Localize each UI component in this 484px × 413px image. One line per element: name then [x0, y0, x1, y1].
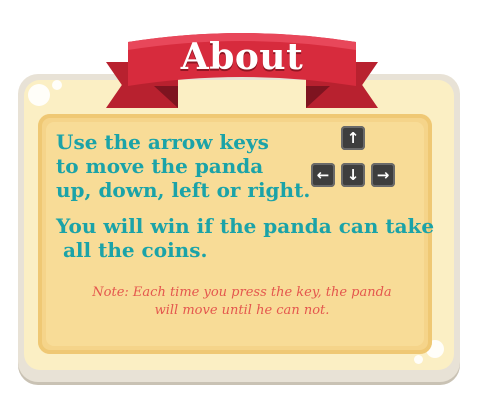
instruction-line-5: all the coins.	[56, 238, 208, 262]
instruction-line-1: Use the arrow keys	[56, 130, 269, 154]
decor-bubble-small	[414, 355, 423, 364]
decor-bubble-large	[28, 84, 50, 106]
note-line-1: Note: Each time you press the key, the p…	[92, 285, 392, 300]
instruction-line-2: to move the panda	[56, 154, 264, 178]
arrow-up-key-icon: ↑	[341, 126, 365, 150]
note-line-2: will move until he can not.	[154, 303, 330, 318]
instruction-line-3: up, down, left or right.	[56, 178, 311, 202]
about-title: About	[180, 36, 304, 78]
decor-bubble-small	[52, 80, 62, 90]
arrow-left-key-icon: ←	[311, 163, 335, 187]
arrow-down-key-icon: ↓	[341, 163, 365, 187]
instruction-line-4: You will win if the panda can take	[56, 214, 435, 238]
arrow-right-key-icon: →	[371, 163, 395, 187]
